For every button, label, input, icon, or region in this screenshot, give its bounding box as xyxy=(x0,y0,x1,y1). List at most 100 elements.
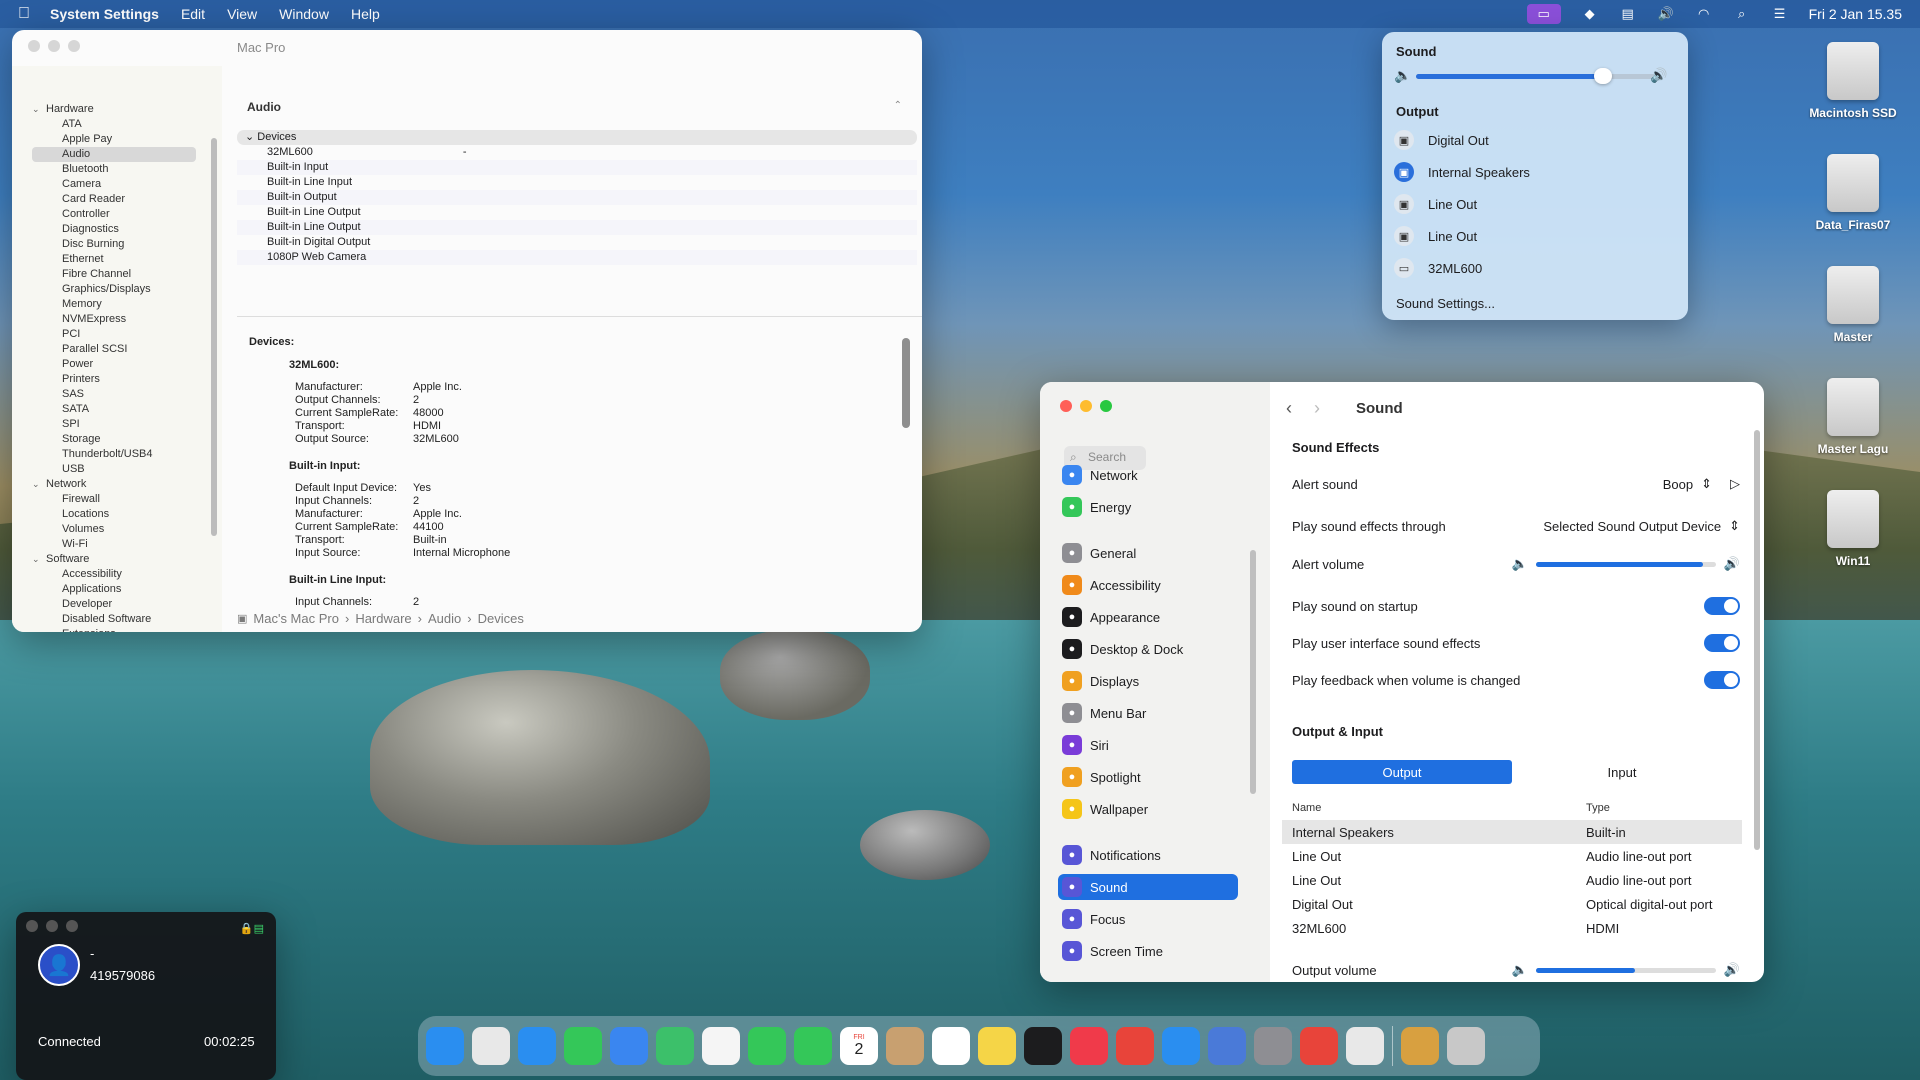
sidebar-item-card-reader[interactable]: Card Reader xyxy=(32,192,196,207)
screen-mirroring-icon[interactable]: ▭ xyxy=(1526,4,1561,24)
messages-icon[interactable] xyxy=(564,1027,602,1065)
toggle-switch[interactable] xyxy=(1704,671,1740,689)
sidebar-scrollbar[interactable] xyxy=(211,138,217,536)
sidebar-item-diagnostics[interactable]: Diagnostics xyxy=(32,222,196,237)
table-row[interactable]: Line Out Audio line-out port xyxy=(1282,844,1742,868)
column-header-name[interactable]: Name xyxy=(1292,802,1586,820)
sidebar-item-firewall[interactable]: Firewall xyxy=(32,492,196,507)
alert-sound-select[interactable]: Boop xyxy=(1663,477,1693,492)
desktop-disk[interactable]: Master xyxy=(1793,266,1913,344)
sidebar-item-storage[interactable]: Storage xyxy=(32,432,196,447)
desktop-disk[interactable]: Master Lagu xyxy=(1793,378,1913,456)
detail-scrollbar[interactable] xyxy=(902,338,910,428)
desktop-disk[interactable]: Macintosh SSD xyxy=(1793,42,1913,120)
desktop-disk[interactable]: Win11 xyxy=(1793,490,1913,568)
output-item[interactable]: ▣ Internal Speakers xyxy=(1394,160,1530,184)
sidebar-item-nvmexpress[interactable]: NVMExpress xyxy=(32,312,196,327)
sidebar-scrollbar[interactable] xyxy=(1250,550,1256,794)
iphone-mirroring-icon[interactable] xyxy=(1208,1027,1246,1065)
sidebar-item-ethernet[interactable]: Ethernet xyxy=(32,252,196,267)
chevron-up-icon[interactable]: ⌃ xyxy=(894,100,902,111)
table-row[interactable]: Internal Speakers Built-in xyxy=(1282,820,1742,844)
sidebar-item-accessibility[interactable]: ● Accessibility xyxy=(1058,572,1238,598)
sidebar-item-volumes[interactable]: Volumes xyxy=(32,522,196,537)
zoom-button[interactable] xyxy=(68,40,80,52)
tree-row[interactable]: Built-in Line Output xyxy=(237,205,917,220)
appstore-icon[interactable] xyxy=(1162,1027,1200,1065)
output-volume-slider[interactable] xyxy=(1535,967,1716,973)
trash-icon[interactable] xyxy=(1447,1027,1485,1065)
tree-group-devices[interactable]: ⌄ Devices xyxy=(237,130,917,145)
contacts-icon[interactable] xyxy=(886,1027,924,1065)
tree-row[interactable]: Built-in Line Output xyxy=(237,220,917,235)
table-row[interactable]: 32ML600 HDMI xyxy=(1282,916,1742,940)
minimize-button[interactable] xyxy=(1080,400,1092,412)
toggle-switch[interactable] xyxy=(1704,634,1740,652)
sidebar-item-locations[interactable]: Locations xyxy=(32,507,196,522)
settings-icon[interactable] xyxy=(1254,1027,1292,1065)
sidebar-item-siri[interactable]: ● Siri xyxy=(1058,732,1238,758)
sidebar-item-wallpaper[interactable]: ● Wallpaper xyxy=(1058,796,1238,822)
sidebar-item-spotlight[interactable]: ● Spotlight xyxy=(1058,764,1238,790)
output-item[interactable]: ▣ Digital Out xyxy=(1394,128,1489,152)
tab-input[interactable]: Input xyxy=(1512,760,1732,784)
breadcrumb-item[interactable]: Mac's Mac Pro xyxy=(253,611,339,626)
sidebar-item-displays[interactable]: ● Displays xyxy=(1058,668,1238,694)
calendar-icon[interactable]: FRI 2 xyxy=(840,1027,878,1065)
sidebar-item-thunderbolt-usb4[interactable]: Thunderbolt/USB4 xyxy=(32,447,196,462)
lock-chat-icon[interactable]: 🔒▤ xyxy=(240,922,264,935)
sidebar-item-applications[interactable]: Applications xyxy=(32,582,196,597)
sidebar-item-sas[interactable]: SAS xyxy=(32,387,196,402)
sidebar-item-bluetooth[interactable]: Bluetooth xyxy=(32,162,196,177)
photos-icon[interactable] xyxy=(702,1027,740,1065)
breadcrumb-item[interactable]: Devices xyxy=(478,611,524,626)
sidebar-item-sound[interactable]: ● Sound xyxy=(1058,874,1238,900)
sidebar-item-controller[interactable]: Controller xyxy=(32,207,196,222)
sidebar-item-software[interactable]: ⌄ Software xyxy=(32,552,196,567)
phone-icon[interactable] xyxy=(794,1027,832,1065)
menu-help[interactable]: Help xyxy=(351,6,380,22)
close-button[interactable] xyxy=(28,40,40,52)
tree-row[interactable]: Built-in Digital Output xyxy=(237,235,917,250)
menu-edit[interactable]: Edit xyxy=(181,6,205,22)
tv-icon[interactable] xyxy=(1024,1027,1062,1065)
sidebar-item-camera[interactable]: Camera xyxy=(32,177,196,192)
search-icon[interactable]: ⌕ xyxy=(1733,6,1751,21)
anydesk-icon[interactable] xyxy=(1300,1027,1338,1065)
menu-window[interactable]: Window xyxy=(279,6,329,22)
maps-icon[interactable] xyxy=(656,1027,694,1065)
sidebar-item-audio[interactable]: Audio xyxy=(32,147,196,162)
sidebar-item-disc-burning[interactable]: Disc Burning xyxy=(32,237,196,252)
sidebar-item-notifications[interactable]: ● Notifications xyxy=(1058,842,1238,868)
breadcrumb-item[interactable]: Audio xyxy=(428,611,461,626)
apple-menu-icon[interactable]:  xyxy=(18,5,30,23)
sidebar-item-menu-bar[interactable]: ● Menu Bar xyxy=(1058,700,1238,726)
output-item[interactable]: ▣ Line Out xyxy=(1394,192,1477,216)
desktop-disk[interactable]: Data_Firas07 xyxy=(1793,154,1913,232)
table-row[interactable]: Line Out Audio line-out port xyxy=(1282,868,1742,892)
chevron-down-icon[interactable]: ⌄ xyxy=(32,552,46,567)
sidebar-item-pci[interactable]: PCI xyxy=(32,327,196,342)
sidebar-item-network[interactable]: ⌄ Network xyxy=(32,477,196,492)
launchpad-icon[interactable] xyxy=(472,1027,510,1065)
sidebar-item-printers[interactable]: Printers xyxy=(32,372,196,387)
breadcrumb-item[interactable]: Hardware xyxy=(355,611,411,626)
sidebar-item-sata[interactable]: SATA xyxy=(32,402,196,417)
tree-row[interactable]: Built-in Line Input xyxy=(237,175,917,190)
tree-row[interactable]: Built-in Input xyxy=(237,160,917,175)
sound-settings-link[interactable]: Sound Settings... xyxy=(1396,296,1495,311)
sidebar-item-developer[interactable]: Developer xyxy=(32,597,196,612)
rocket-icon[interactable] xyxy=(1116,1027,1154,1065)
tree-row[interactable]: Built-in Output xyxy=(237,190,917,205)
sidebar-item-memory[interactable]: Memory xyxy=(32,297,196,312)
sidebar-item-focus[interactable]: ● Focus xyxy=(1058,906,1238,932)
sidebar-item-extensions[interactable]: Extensions xyxy=(32,627,196,632)
zoom-button[interactable] xyxy=(66,920,78,932)
sidebar-item-network[interactable]: ● Network xyxy=(1058,462,1238,488)
back-arrow-icon[interactable]: ‹ xyxy=(1286,398,1292,419)
sidebar-item-ata[interactable]: ATA xyxy=(32,117,196,132)
pane-scrollbar[interactable] xyxy=(1754,430,1760,850)
facetime-icon[interactable] xyxy=(748,1027,786,1065)
sidebar-item-parallel-scsi[interactable]: Parallel SCSI xyxy=(32,342,196,357)
sidebar-item-energy[interactable]: ● Energy xyxy=(1058,494,1238,520)
